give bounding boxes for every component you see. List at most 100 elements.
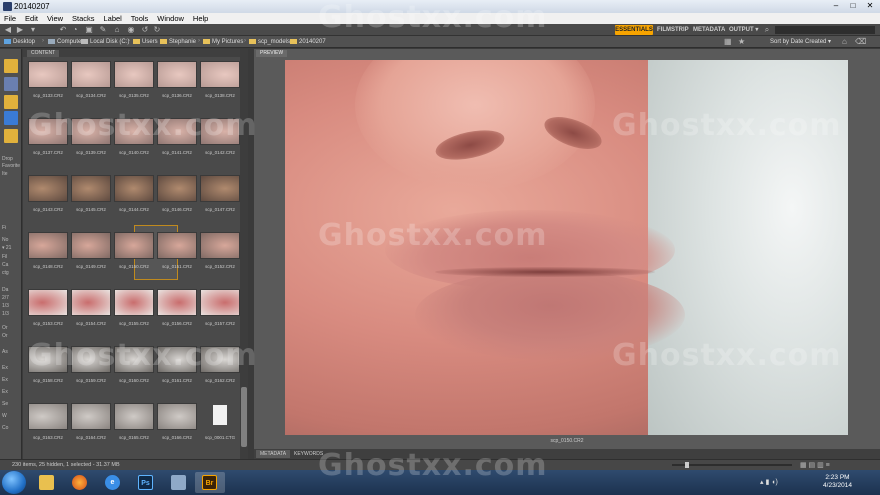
photo-thumbnail[interactable] xyxy=(114,118,154,145)
workspace-filmstrip[interactable]: FILMSTRIP xyxy=(657,25,689,35)
system-tray[interactable]: ▴ ▮ ◖) xyxy=(760,478,778,486)
crumb-local-disk[interactable]: Local Disk (C:) xyxy=(81,38,129,46)
computer-icon[interactable] xyxy=(4,77,18,91)
folder-icon[interactable] xyxy=(4,59,18,73)
photo-thumbnail[interactable] xyxy=(114,232,154,259)
search-input[interactable] xyxy=(775,26,875,34)
menu-file[interactable]: File xyxy=(4,13,16,24)
photo-thumbnail[interactable] xyxy=(200,346,240,373)
scrollbar-thumb[interactable] xyxy=(241,387,247,447)
camera-icon[interactable]: ▣ xyxy=(84,26,94,34)
photo-thumbnail[interactable] xyxy=(28,175,68,202)
photo-thumbnail[interactable] xyxy=(28,403,68,430)
photo-thumbnail[interactable] xyxy=(114,289,154,316)
crumb-20140207[interactable]: 20140207 xyxy=(290,38,326,46)
folder-icon[interactable] xyxy=(4,95,18,109)
taskbar-internet-explorer[interactable]: e xyxy=(98,472,128,493)
close-button[interactable]: ✕ xyxy=(862,1,878,12)
photo-thumbnail[interactable] xyxy=(28,289,68,316)
workspace-output[interactable]: OUTPUT ▾ xyxy=(729,25,758,35)
menu-view[interactable]: View xyxy=(47,13,63,24)
slider-handle[interactable] xyxy=(685,462,689,468)
new-folder-icon[interactable]: ⌂ xyxy=(842,37,847,46)
workspace-metadata[interactable]: METADATA xyxy=(693,25,725,35)
history-icon[interactable]: ▾ xyxy=(28,26,38,34)
crumb-desktop[interactable]: Desktop xyxy=(4,38,35,46)
photo-thumbnail[interactable] xyxy=(114,175,154,202)
photo-thumbnail[interactable] xyxy=(157,403,197,430)
open-recent-icon[interactable]: ⌂ xyxy=(112,26,122,34)
filter-icon[interactable]: ★ xyxy=(738,37,745,46)
crumb-my-pictures[interactable]: My Pictures xyxy=(203,38,243,46)
start-button[interactable] xyxy=(2,471,26,494)
taskbar-app[interactable] xyxy=(164,472,194,493)
photo-thumbnail[interactable] xyxy=(200,289,240,316)
tab-metadata[interactable]: METADATA xyxy=(256,450,291,458)
menu-edit[interactable]: Edit xyxy=(25,13,38,24)
forward-icon[interactable]: ▶ xyxy=(15,26,25,34)
workspace-essentials[interactable]: ESSENTIALS xyxy=(615,25,653,35)
photo-thumbnail[interactable] xyxy=(71,118,111,145)
photo-thumbnail[interactable] xyxy=(200,232,240,259)
tab-keywords[interactable]: KEYWORDS xyxy=(290,450,327,458)
search-icon[interactable]: ⌕ xyxy=(762,26,772,34)
document-thumbnail[interactable] xyxy=(200,403,240,430)
sort-dropdown[interactable]: Sort by Date Created ▾ xyxy=(770,38,831,45)
photo-thumbnail[interactable] xyxy=(157,61,197,88)
tab-content[interactable]: CONTENT xyxy=(27,50,60,57)
photo-thumbnail[interactable] xyxy=(157,175,197,202)
clock[interactable]: 2:23 PM 4/23/2014 xyxy=(810,474,865,490)
menu-label[interactable]: Label xyxy=(103,13,121,24)
photo-thumbnail[interactable] xyxy=(71,61,111,88)
menu-stacks[interactable]: Stacks xyxy=(72,13,95,24)
taskbar-bridge[interactable]: Br xyxy=(195,472,225,493)
photo-thumbnail[interactable] xyxy=(28,232,68,259)
thumbnail-size-slider[interactable] xyxy=(672,464,792,466)
boomerang-icon[interactable]: ◔ xyxy=(70,26,80,34)
refine-icon[interactable]: ✎ xyxy=(98,26,108,34)
taskbar-firefox[interactable] xyxy=(65,472,95,493)
desktop-icon[interactable] xyxy=(4,111,18,125)
content-scrollbar[interactable] xyxy=(240,49,248,459)
taskbar-explorer[interactable] xyxy=(32,472,62,493)
menu-window[interactable]: Window xyxy=(157,13,184,24)
crumb-scp-models[interactable]: scp_models xyxy=(249,38,290,46)
camera-raw-icon[interactable]: ◉ xyxy=(126,26,136,34)
photo-thumbnail[interactable] xyxy=(28,346,68,373)
trash-icon[interactable]: ⌫ xyxy=(855,37,866,46)
crumb-users[interactable]: Users xyxy=(133,38,158,46)
photo-thumbnail[interactable] xyxy=(28,61,68,88)
rotate-right-icon[interactable]: ↻ xyxy=(152,26,162,34)
photo-thumbnail[interactable] xyxy=(200,61,240,88)
photo-thumbnail[interactable] xyxy=(114,61,154,88)
photo-thumbnail[interactable] xyxy=(157,118,197,145)
photo-thumbnail[interactable] xyxy=(71,346,111,373)
taskbar-photoshop[interactable]: Ps xyxy=(131,472,161,493)
crumb-stephanie[interactable]: Stephanie xyxy=(160,38,196,46)
menu-tools[interactable]: Tools xyxy=(131,13,149,24)
grid-view-icon[interactable]: ▦ xyxy=(724,37,732,46)
preview-image[interactable] xyxy=(285,60,848,435)
photo-thumbnail[interactable] xyxy=(71,403,111,430)
view-mode-icons[interactable]: ▦ ▤ ▥ ≡ xyxy=(800,461,830,469)
back-icon[interactable]: ◀ xyxy=(3,26,13,34)
photo-thumbnail[interactable] xyxy=(71,175,111,202)
photo-thumbnail[interactable] xyxy=(71,232,111,259)
photo-thumbnail[interactable] xyxy=(114,403,154,430)
photo-thumbnail[interactable] xyxy=(28,118,68,145)
photo-thumbnail[interactable] xyxy=(200,118,240,145)
minimize-button[interactable]: – xyxy=(828,1,844,12)
photo-thumbnail[interactable] xyxy=(71,289,111,316)
maximize-button[interactable]: □ xyxy=(845,1,861,12)
crumb-computer[interactable]: Computer xyxy=(48,38,83,46)
reveal-icon[interactable]: ↶ xyxy=(58,26,68,34)
photo-thumbnail[interactable] xyxy=(157,289,197,316)
tab-preview[interactable]: PREVIEW xyxy=(256,50,288,57)
photo-thumbnail[interactable] xyxy=(157,232,197,259)
photo-thumbnail[interactable] xyxy=(157,346,197,373)
menu-help[interactable]: Help xyxy=(193,13,208,24)
folder-icon[interactable] xyxy=(4,129,18,143)
photo-thumbnail[interactable] xyxy=(200,175,240,202)
rotate-left-icon[interactable]: ↺ xyxy=(140,26,150,34)
photo-thumbnail[interactable] xyxy=(114,346,154,373)
